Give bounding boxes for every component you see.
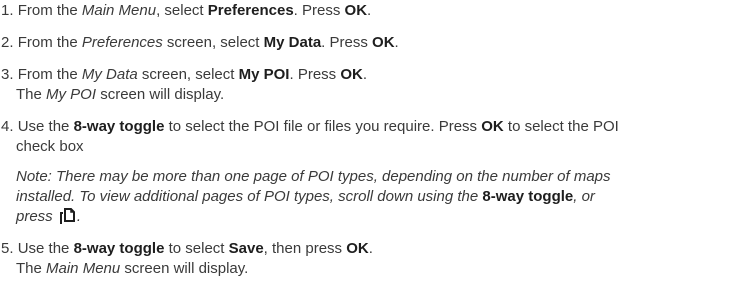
button-name: OK: [481, 118, 504, 135]
step-text: Use the: [17, 118, 74, 135]
note-line-2: installed. To view additional pages of P…: [16, 187, 595, 207]
step-5-result: The Main Menu screen will display.: [16, 259, 248, 279]
step-text: .: [368, 240, 373, 257]
step-text: screen, select: [137, 66, 239, 83]
step-text: screen, select: [162, 34, 264, 51]
step-number: 2.: [1, 34, 14, 51]
step-text: . Press: [293, 2, 345, 19]
step-5: 5. Use the 8-way toggle to select Save, …: [1, 239, 373, 259]
note-text: press: [16, 208, 53, 225]
note-line-3: press .: [16, 207, 81, 231]
control-name: 8-way toggle: [482, 188, 574, 205]
step-text: to select: [164, 240, 229, 257]
step-text: .: [367, 2, 372, 19]
step-1: 1. From the Main Menu, select Preference…: [1, 1, 371, 21]
note-text: , or: [573, 188, 595, 205]
menu-option: My POI: [238, 66, 290, 83]
control-name: 8-way toggle: [73, 118, 165, 135]
step-text: to select the POI: [503, 118, 619, 135]
step-text: , select: [156, 2, 208, 19]
step-4: 4. Use the 8-way toggle to select the PO…: [1, 117, 619, 137]
step-text: , then press: [263, 240, 347, 257]
note-text: Note: There may be more than one page of…: [16, 168, 611, 185]
screen-name: Main Menu: [81, 2, 157, 19]
step-text: Use the: [17, 240, 74, 257]
step-number: 3.: [1, 66, 14, 83]
step-2: 2. From the Preferences screen, select M…: [1, 33, 399, 53]
step-text: From the: [17, 34, 82, 51]
step-text: .: [362, 66, 368, 83]
instruction-page: 1. From the Main Menu, select Preference…: [0, 0, 732, 289]
step-4-continuation: check box: [16, 137, 84, 157]
step-number: 5.: [1, 240, 14, 257]
step-text: check box: [16, 138, 84, 155]
screen-name: My Data: [81, 66, 138, 83]
step-text: From the: [17, 66, 82, 83]
step-text: . Press: [289, 66, 341, 83]
button-name: OK: [344, 2, 368, 19]
step-text: .: [394, 34, 399, 51]
step-text: to select the POI file or files you requ…: [164, 118, 482, 135]
step-number: 1.: [1, 2, 14, 19]
step-3-result: The My POI screen will display.: [16, 85, 224, 105]
menu-option: My Data: [263, 34, 322, 51]
step-text: The: [16, 86, 47, 103]
menu-option: Preferences: [207, 2, 294, 19]
control-name: 8-way toggle: [73, 240, 165, 257]
button-name: OK: [346, 240, 369, 257]
step-3: 3. From the My Data screen, select My PO…: [1, 65, 367, 85]
note-line-1: Note: There may be more than one page of…: [16, 167, 611, 187]
note-text: installed. To view additional pages of P…: [16, 188, 483, 205]
step-number: 4.: [1, 118, 14, 135]
menu-option: Save: [228, 240, 264, 257]
page-scroll-icon: [59, 207, 77, 231]
step-text: screen will display.: [120, 260, 249, 277]
step-text: screen will display.: [96, 86, 225, 103]
step-text: The: [16, 260, 47, 277]
button-name: OK: [372, 34, 395, 51]
step-text: . Press: [321, 34, 373, 51]
screen-name: Main Menu: [46, 260, 121, 277]
screen-name: My POI: [46, 86, 97, 103]
button-name: OK: [340, 66, 363, 83]
step-text: From the: [17, 2, 82, 19]
screen-name: Preferences: [81, 34, 163, 51]
